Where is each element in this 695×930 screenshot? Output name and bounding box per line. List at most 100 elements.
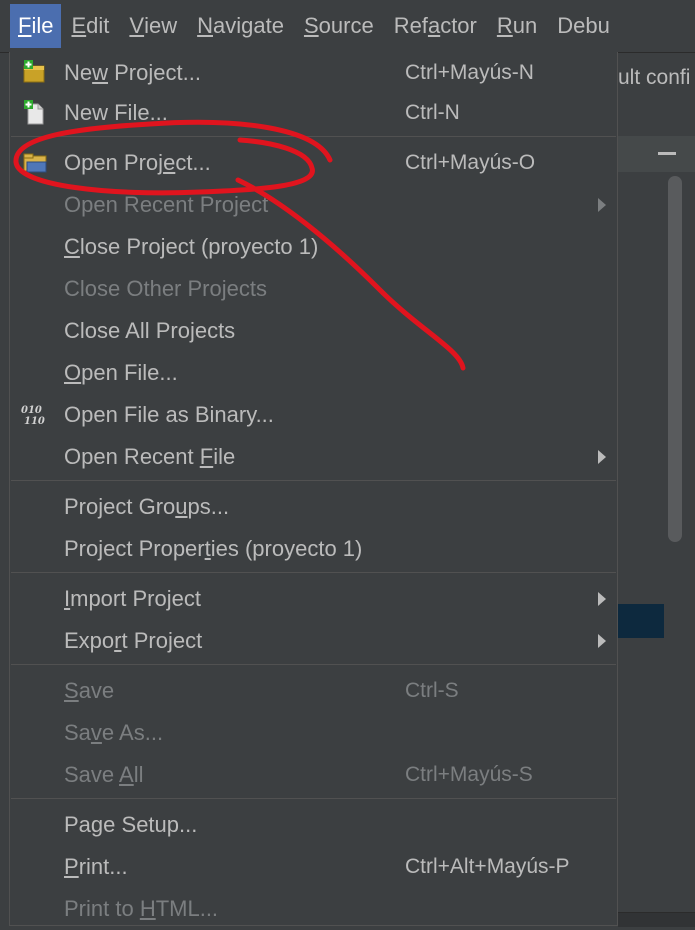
projects-panel-header <box>618 136 695 173</box>
menu-item-save-all[interactable]: Save All Ctrl+Mayús-S <box>10 754 617 796</box>
new-file-icon <box>24 100 44 125</box>
menu-item-label: Project Gro <box>64 494 176 519</box>
menu-item-mnemonic: v <box>90 720 102 745</box>
menu-item-label: e Setup... <box>103 812 198 837</box>
menu-separator <box>11 572 616 573</box>
menu-item-label: TML... <box>155 896 219 921</box>
menu-item-label: Sa <box>64 720 91 745</box>
menu-item-shortcut: Ctrl+Mayús-O <box>405 151 536 174</box>
menu-item-mnemonic: S <box>64 678 79 703</box>
menu-item-project-groups[interactable]: Project Groups... <box>10 486 617 528</box>
status-bar <box>618 912 695 927</box>
menu-label: avigate <box>213 13 284 38</box>
menu-item-close-project[interactable]: Close Project (proyecto 1) <box>10 226 617 268</box>
menu-item-label: Project Proper <box>64 536 205 561</box>
menu-item-label: Ne <box>64 60 93 85</box>
menu-item-label: mport Project <box>70 586 201 611</box>
menu-item-mnemonic: g <box>90 812 104 837</box>
menu-item-shortcut: Ctrl+Mayús-S <box>405 763 533 786</box>
submenu-arrow-icon <box>598 634 606 648</box>
menu-item-shortcut: Ctrl-S <box>405 679 459 702</box>
menu-item-open-recent-file[interactable]: Open Recent File <box>10 436 617 478</box>
menu-item-label: Open Recent Project <box>64 192 269 217</box>
menu-item-label: Project... <box>108 60 201 85</box>
menu-mnemonic: N <box>197 13 213 38</box>
menu-item-new-project[interactable]: New Project... Ctrl+Mayús-N <box>10 52 617 94</box>
menu-item-label: Print to <box>64 896 140 921</box>
menu-item-label: ave <box>78 678 115 703</box>
svg-text:110: 110 <box>24 416 45 427</box>
menu-item-open-file-as-binary[interactable]: 010 110 Open File as Binary... <box>10 394 617 436</box>
menu-mnemonic: S <box>303 13 319 38</box>
menu-separator <box>11 480 616 481</box>
menu-run[interactable]: Run <box>487 4 547 48</box>
menu-mnemonic: a <box>427 13 441 38</box>
menu-item-mnemonic: e <box>163 150 176 175</box>
menu-source[interactable]: Source <box>294 4 384 48</box>
menu-label: Debu <box>557 13 610 38</box>
menu-item-mnemonic: C <box>64 234 80 259</box>
menu-item-print-to-html[interactable]: Print to HTML... <box>10 888 617 930</box>
menu-item-export-project[interactable]: Export Project <box>10 620 617 662</box>
menu-item-label: Pa <box>64 812 91 837</box>
menu-item-mnemonic: u <box>175 494 188 519</box>
menu-bar: File Edit View Navigate Source Ref a ctor … <box>0 0 695 53</box>
menu-label: ile <box>31 13 54 38</box>
menu-item-label: pen File... <box>81 360 178 385</box>
menu-item-mnemonic: P <box>64 854 79 879</box>
menu-item-mnemonic: F <box>199 444 214 469</box>
menu-item-new-file[interactable]: New File... Ctrl-N <box>10 92 617 134</box>
menu-item-project-properties[interactable]: Project Properties (proyecto 1) <box>10 528 617 570</box>
menu-debug[interactable]: Debu <box>547 4 620 48</box>
menu-edit[interactable]: Edit <box>61 4 119 48</box>
menu-file[interactable]: File <box>10 4 62 48</box>
open-project-icon <box>23 153 47 173</box>
menu-separator <box>11 664 616 665</box>
menu-item-close-all-projects[interactable]: Close All Projects <box>10 310 617 352</box>
svg-text:010: 010 <box>21 405 42 416</box>
menu-item-label: ll <box>133 762 144 787</box>
menu-item-mnemonic: O <box>64 360 82 385</box>
menu-item-label: ile <box>213 444 236 469</box>
menu-item-shortcut: Ctrl-N <box>405 101 460 124</box>
menu-refactor[interactable]: Ref a ctor <box>384 4 487 48</box>
menu-item-page-setup[interactable]: Page Setup... <box>10 804 617 846</box>
submenu-arrow-icon <box>598 198 606 212</box>
minimize-icon[interactable] <box>658 152 676 155</box>
menu-navigate[interactable]: Navigate <box>187 4 294 48</box>
menu-mnemonic: F <box>18 13 32 38</box>
menu-item-label: t Project <box>121 628 203 653</box>
menu-item-label: Expo <box>64 628 115 653</box>
menu-item-save-as[interactable]: Save As... <box>10 712 617 754</box>
menu-item-label: e As... <box>101 720 164 745</box>
menu-view[interactable]: View <box>119 4 187 48</box>
menu-item-label: rint... <box>78 854 128 879</box>
menu-item-shortcut: Ctrl+Alt+Mayús-P <box>405 855 570 878</box>
menu-item-label: ps... <box>187 494 230 519</box>
panel-scrollbar[interactable] <box>668 176 682 542</box>
new-project-icon <box>23 60 45 83</box>
projects-panel <box>618 172 695 926</box>
menu-label: Ref <box>393 13 428 38</box>
menu-item-open-project[interactable]: Open Project... Ctrl+Mayús-O <box>10 142 617 184</box>
menu-item-open-recent-project[interactable]: Open Recent Project <box>10 184 617 226</box>
submenu-arrow-icon <box>598 592 606 606</box>
run-configuration-combo[interactable]: ult confi <box>618 66 695 90</box>
menu-mnemonic: V <box>129 13 145 38</box>
menu-item-print[interactable]: Print... Ctrl+Alt+Mayús-P <box>10 846 617 888</box>
menu-label: ctor <box>440 13 477 38</box>
menu-item-label: Open Recent <box>64 444 200 469</box>
menu-separator <box>11 136 616 137</box>
menu-item-mnemonic: w <box>92 60 109 85</box>
menu-item-close-other-projects[interactable]: Close Other Projects <box>10 268 617 310</box>
menu-label: un <box>512 13 538 38</box>
menu-item-save[interactable]: Save Ctrl-S <box>10 670 617 712</box>
menu-mnemonic: E <box>71 13 87 38</box>
menu-item-label: Save <box>64 762 120 787</box>
menu-item-open-file[interactable]: Open File... <box>10 352 617 394</box>
menu-item-import-project[interactable]: Import Project <box>10 578 617 620</box>
menu-item-mnemonic: H <box>139 896 156 921</box>
submenu-arrow-icon <box>598 450 606 464</box>
selected-tree-node[interactable] <box>618 604 664 638</box>
menu-label: dit <box>86 13 110 38</box>
